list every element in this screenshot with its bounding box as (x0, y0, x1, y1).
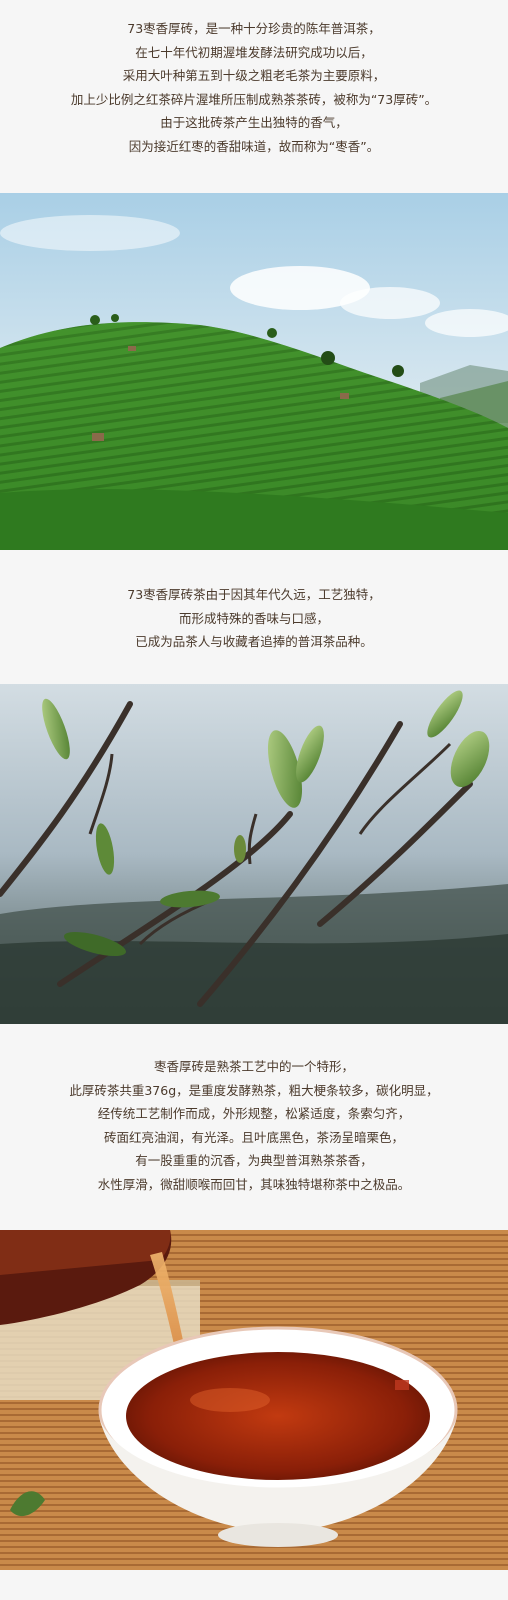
intro-line: 因为接近红枣的香甜味道，故而称为“枣香”。 (128, 138, 380, 154)
history-line: 73枣香厚砖茶由于因其年代久远，工艺独特， (127, 587, 381, 602)
description-line: 砖面红亮油润，有光泽。且叶底黑色，茶汤呈暗栗色， (103, 1129, 404, 1145)
description-line: 枣香厚砖是熟茶工艺中的一个特形， (153, 1059, 354, 1074)
intro-line: 采用大叶种第五到十级之粗老毛茶为主要原料， (122, 68, 386, 83)
tea-plantation-photo (0, 193, 508, 550)
intro-line: 加上少比例之红茶碎片渥堆所压制成熟茶茶砖，被称为“73厚砖”。 (70, 91, 438, 107)
intro-line: 在七十年代初期渥堆发酵法研究成功以后， (135, 44, 373, 60)
tea-branch-photo (0, 684, 508, 1024)
intro-text-block: 73枣香厚砖，是一种十分珍贵的陈年普洱茶， 在七十年代初期渥堆发酵法研究成功以后… (0, 17, 508, 158)
description-line: 此厚砖茶共重376g，是重度发酵熟茶，粗大梗条较多，碳化明显， (69, 1082, 439, 1098)
description-line: 经传统工艺制作而成，外形规整，松紧适度，条索匀齐， (97, 1106, 411, 1121)
description-text-block: 枣香厚砖是熟茶工艺中的一个特形， 此厚砖茶共重376g，是重度发酵熟茶，粗大梗条… (0, 1055, 508, 1196)
intro-line: 73枣香厚砖，是一种十分珍贵的陈年普洱茶， (127, 21, 381, 36)
product-detail-page: 73枣香厚砖，是一种十分珍贵的陈年普洱茶， 在七十年代初期渥堆发酵法研究成功以后… (0, 0, 508, 1600)
history-line: 而形成特殊的香味与口感， (178, 610, 329, 626)
description-line: 水性厚滑，微甜顺喉而回甘，其味独特堪称茶中之极品。 (97, 1176, 411, 1192)
description-line: 有一股重重的沉香，为典型普洱熟茶茶香， (135, 1153, 373, 1168)
history-text-block: 73枣香厚砖茶由于因其年代久远，工艺独特， 而形成特殊的香味与口感， 已成为品茶… (0, 583, 508, 654)
tea-pouring-photo (0, 1230, 508, 1570)
intro-line: 由于这批砖茶产生出独特的香气， (160, 115, 348, 130)
history-line: 已成为品茶人与收藏者追捧的普洱茶品种。 (135, 634, 373, 649)
